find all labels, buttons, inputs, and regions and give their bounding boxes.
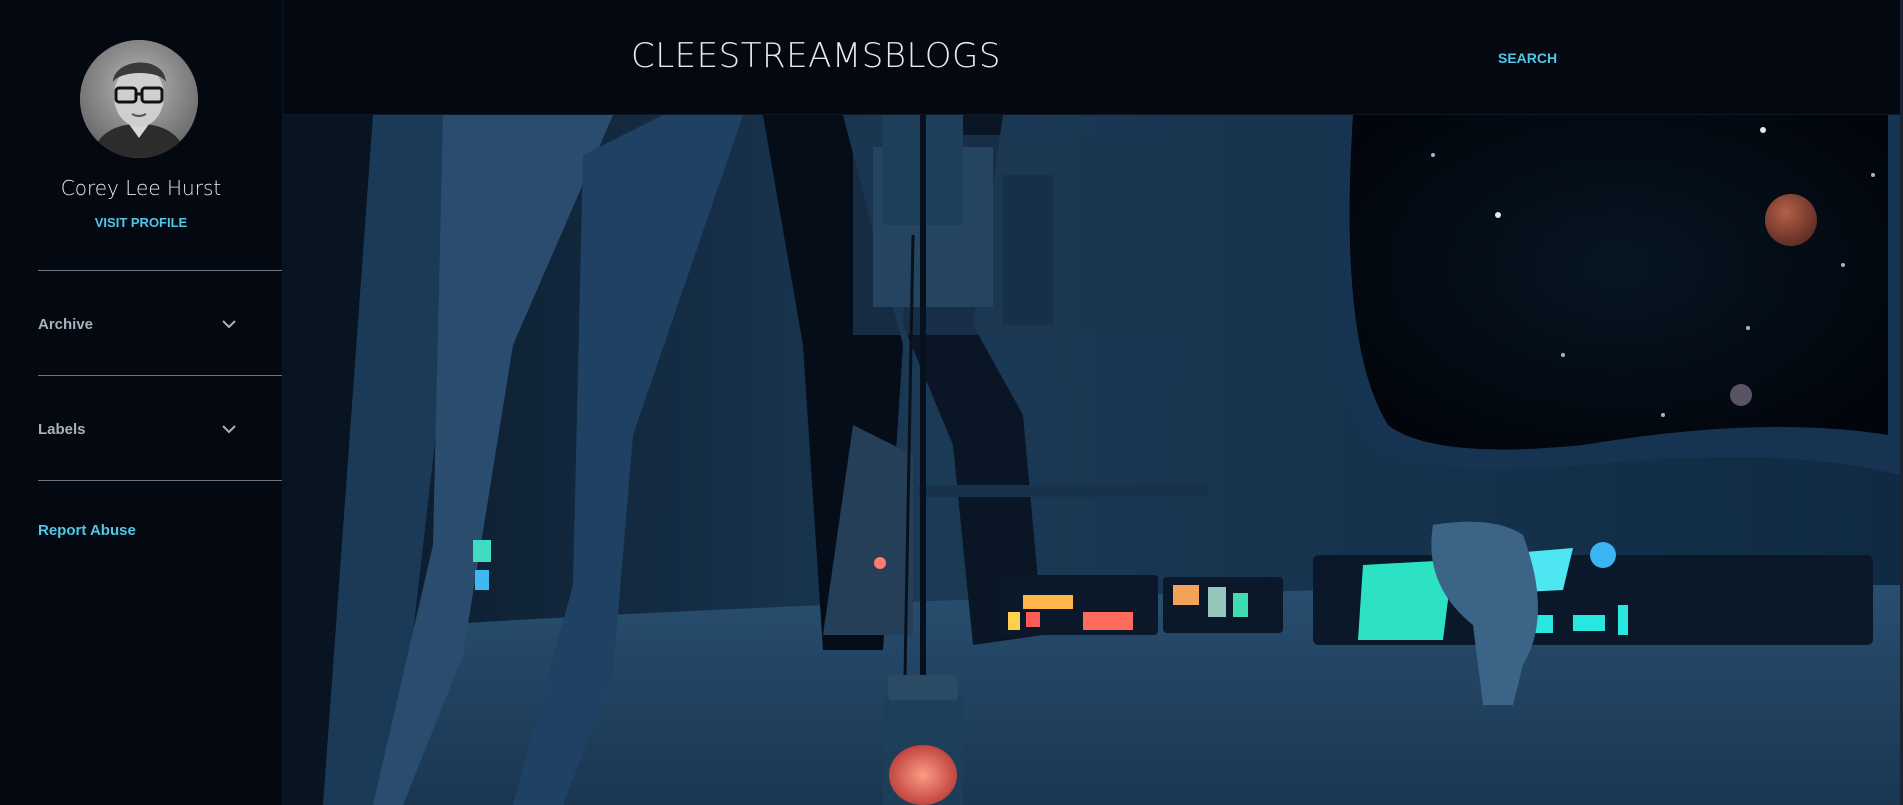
divider <box>38 480 282 481</box>
divider <box>38 270 282 271</box>
profile-photo <box>80 40 198 158</box>
divider <box>38 375 282 376</box>
hero-image <box>283 115 1900 805</box>
spaceship-illustration <box>283 115 1900 805</box>
profile-name: Corey Lee Hurst <box>60 176 222 200</box>
search-link[interactable]: SEARCH <box>1498 50 1557 66</box>
archive-label: Archive <box>38 315 94 333</box>
control-panel-right <box>1313 542 1873 645</box>
visit-profile-link[interactable]: VISIT PROFILE <box>0 215 282 230</box>
labels-widget-toggle[interactable]: Labels <box>38 414 238 444</box>
chevron-down-icon <box>220 315 238 333</box>
labels-label: Labels <box>38 420 86 438</box>
control-panel-mid <box>1163 577 1283 633</box>
site-title[interactable]: CLEESTREAMSBLOGS <box>631 36 1001 76</box>
chevron-down-icon <box>220 420 238 438</box>
avatar[interactable] <box>80 40 198 158</box>
report-abuse-link[interactable]: Report Abuse <box>38 522 136 539</box>
archive-widget-toggle[interactable]: Archive <box>38 309 238 339</box>
sidebar: Corey Lee Hurst VISIT PROFILE Archive La… <box>0 0 283 805</box>
header: CLEESTREAMSBLOGS SEARCH <box>283 0 1903 115</box>
control-panel-left <box>998 575 1158 635</box>
